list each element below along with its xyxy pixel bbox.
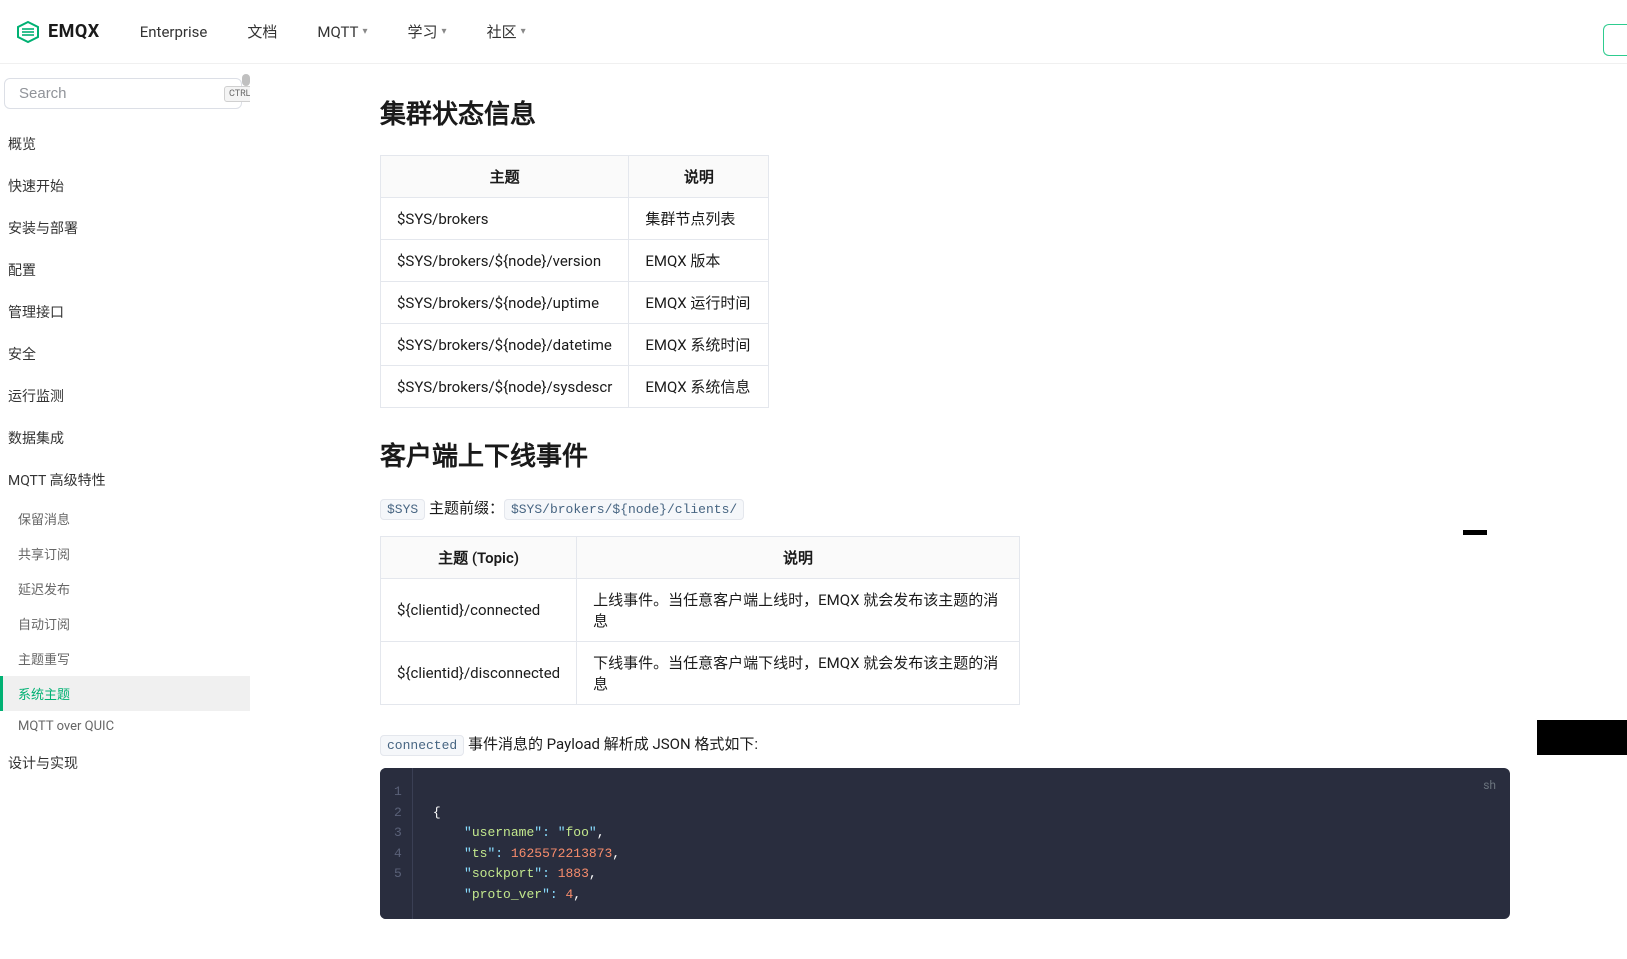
chevron-down-icon: ▾ — [362, 26, 367, 37]
cell-desc: EMQX 系统信息 — [629, 366, 769, 408]
sidebar-design[interactable]: 设计与实现 — [0, 742, 250, 784]
code-prefix-value: $SYS/brokers/${node}/clients/ — [504, 499, 744, 520]
nav-community-label: 社区 — [487, 21, 517, 42]
prefix-description: $SYS 主题前缀：$SYS/brokers/${node}/clients/ — [380, 497, 1510, 518]
nav-learn[interactable]: 学习 ▾ — [408, 21, 447, 42]
sidebar-rewrite[interactable]: 主题重写 — [0, 641, 250, 676]
table-row: $SYS/brokers集群节点列表 — [381, 198, 769, 240]
cell-topic: ${clientid}/disconnected — [381, 642, 577, 705]
cell-desc: 集群节点列表 — [629, 198, 769, 240]
sidebar-monitor[interactable]: 运行监测 — [0, 375, 250, 417]
nav-mqtt[interactable]: MQTT ▾ — [317, 23, 367, 41]
sidebar-mqtt-advanced[interactable]: MQTT 高级特性 — [0, 459, 250, 501]
search-input[interactable] — [19, 85, 218, 102]
client-events-table: 主题 (Topic) 说明 ${clientid}/connected上线事件。… — [380, 536, 1020, 705]
cell-desc: 上线事件。当任意客户端上线时，EMQX 就会发布该主题的消息 — [577, 579, 1020, 642]
cell-topic: ${clientid}/connected — [381, 579, 577, 642]
nav-items: Enterprise 文档 MQTT ▾ 学习 ▾ 社区 ▾ — [140, 21, 526, 42]
sidebar-quickstart[interactable]: 快速开始 — [0, 165, 250, 207]
brand-logo[interactable]: EMQX — [16, 20, 100, 44]
cell-desc: EMQX 系统时间 — [629, 324, 769, 366]
code-language-label: sh — [1483, 778, 1496, 792]
nav-community[interactable]: 社区 ▾ — [487, 21, 526, 42]
sidebar-quic[interactable]: MQTT over QUIC — [0, 711, 250, 742]
payload-description: connected 事件消息的 Payload 解析成 JSON 格式如下: — [380, 733, 1510, 754]
table-row: $SYS/brokers/${node}/datetimeEMQX 系统时间 — [381, 324, 769, 366]
main-content: 集群状态信息 主题 说明 $SYS/brokers集群节点列表 $SYS/bro… — [250, 64, 1550, 959]
code-sys: $SYS — [380, 499, 425, 520]
cell-topic: $SYS/brokers/${node}/datetime — [381, 324, 629, 366]
th-topic: 主题 (Topic) — [381, 537, 577, 579]
sidebar-shared[interactable]: 共享订阅 — [0, 536, 250, 571]
code-content: { "username": "foo", "ts": 1625572213873… — [413, 768, 640, 919]
chevron-down-icon: ▾ — [521, 26, 526, 37]
sidebar-install[interactable]: 安装与部署 — [0, 207, 250, 249]
nav-learn-label: 学习 — [408, 21, 438, 42]
nav-mqtt-label: MQTT — [317, 23, 358, 41]
sidebar-retained[interactable]: 保留消息 — [0, 501, 250, 536]
emqx-logo-icon — [16, 20, 40, 44]
th-topic: 主题 — [381, 156, 629, 198]
table-row: ${clientid}/disconnected下线事件。当任意客户端下线时，E… — [381, 642, 1020, 705]
heading-cluster-status: 集群状态信息 — [380, 94, 1510, 131]
sidebar-system-topic[interactable]: 系统主题 — [0, 676, 250, 711]
nav-docs[interactable]: 文档 — [247, 21, 277, 42]
nav-docs-label: 文档 — [247, 21, 277, 42]
sidebar-dataint[interactable]: 数据集成 — [0, 417, 250, 459]
sidebar: CTRL K 概览 快速开始 安装与部署 配置 管理接口 安全 运行监测 数据集… — [0, 64, 250, 842]
table-row: $SYS/brokers/${node}/sysdescrEMQX 系统信息 — [381, 366, 769, 408]
code-line-numbers: 1 2 3 4 5 — [380, 768, 413, 919]
sidebar-overview[interactable]: 概览 — [0, 123, 250, 165]
prefix-label: 主题前缀： — [425, 499, 504, 517]
code-connected: connected — [380, 735, 464, 756]
nav-enterprise-label: Enterprise — [140, 23, 208, 41]
right-overlay-box — [1537, 720, 1627, 755]
table-row: $SYS/brokers/${node}/versionEMQX 版本 — [381, 240, 769, 282]
sidebar-mgmt[interactable]: 管理接口 — [0, 291, 250, 333]
cell-topic: $SYS/brokers/${node}/uptime — [381, 282, 629, 324]
table-row: $SYS/brokers/${node}/uptimeEMQX 运行时间 — [381, 282, 769, 324]
th-desc: 说明 — [629, 156, 769, 198]
kbd-ctrl: CTRL — [224, 86, 250, 102]
heading-client-events: 客户端上下线事件 — [380, 436, 1510, 473]
search-box[interactable]: CTRL K — [4, 78, 242, 109]
code-block: sh 1 2 3 4 5 { "username": "foo", "ts": … — [380, 768, 1510, 919]
nav-enterprise[interactable]: Enterprise — [140, 23, 208, 41]
cell-topic: $SYS/brokers/${node}/version — [381, 240, 629, 282]
brand-name: EMQX — [48, 21, 100, 42]
top-navbar: EMQX Enterprise 文档 MQTT ▾ 学习 ▾ 社区 ▾ — [0, 0, 1627, 64]
sidebar-scrollbar[interactable] — [242, 74, 250, 86]
search-shortcut: CTRL K — [224, 86, 250, 102]
right-indicator — [1463, 530, 1487, 535]
cell-topic: $SYS/brokers — [381, 198, 629, 240]
cell-topic: $SYS/brokers/${node}/sysdescr — [381, 366, 629, 408]
cluster-status-table: 主题 说明 $SYS/brokers集群节点列表 $SYS/brokers/${… — [380, 155, 769, 408]
cell-desc: EMQX 版本 — [629, 240, 769, 282]
top-right-button[interactable] — [1603, 24, 1627, 56]
cell-desc: 下线事件。当任意客户端下线时，EMQX 就会发布该主题的消息 — [577, 642, 1020, 705]
sidebar-delayed[interactable]: 延迟发布 — [0, 571, 250, 606]
chevron-down-icon: ▾ — [442, 26, 447, 37]
table-row: ${clientid}/connected上线事件。当任意客户端上线时，EMQX… — [381, 579, 1020, 642]
sidebar-autosub[interactable]: 自动订阅 — [0, 606, 250, 641]
cell-desc: EMQX 运行时间 — [629, 282, 769, 324]
sidebar-config[interactable]: 配置 — [0, 249, 250, 291]
payload-text: 事件消息的 Payload 解析成 JSON 格式如下: — [464, 735, 758, 753]
sidebar-security[interactable]: 安全 — [0, 333, 250, 375]
th-desc: 说明 — [577, 537, 1020, 579]
